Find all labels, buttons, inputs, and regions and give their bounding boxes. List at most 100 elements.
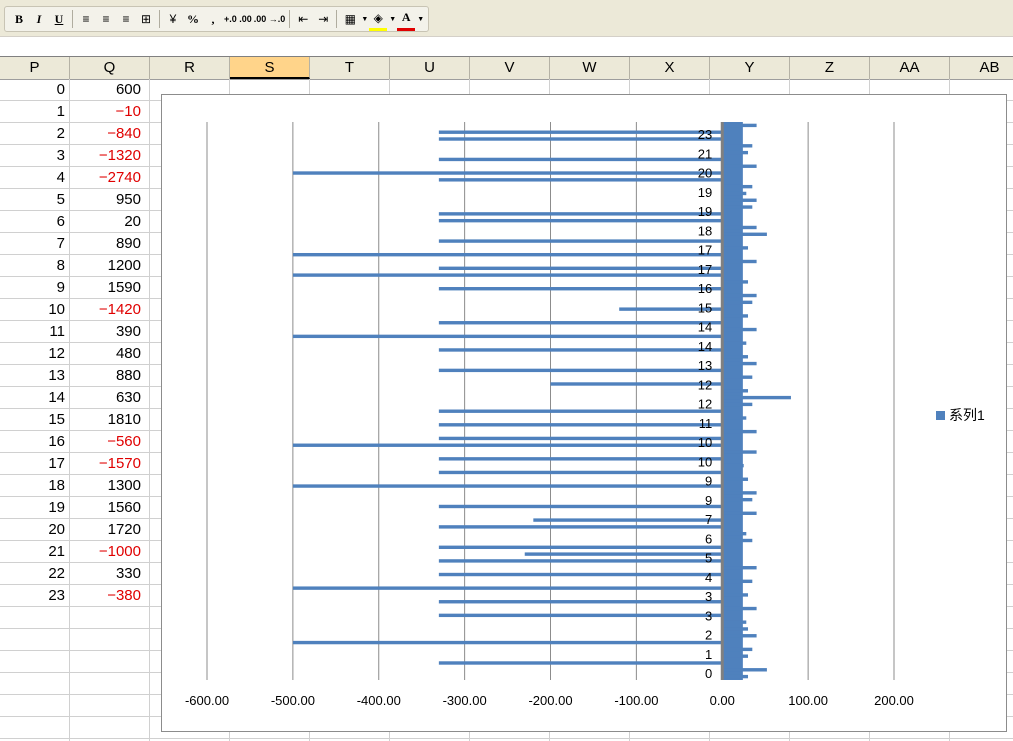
column-header-p[interactable]: P — [0, 57, 70, 79]
cell-q[interactable]: 890 — [70, 233, 150, 255]
dropdown-arrow-icon[interactable]: ▼ — [389, 16, 396, 23]
column-header-y[interactable]: Y — [710, 57, 790, 79]
y-category-label: 1 — [705, 647, 712, 662]
cell-q[interactable]: 1560 — [70, 497, 150, 519]
column-header-w[interactable]: W — [550, 57, 630, 79]
cell-p[interactable]: 9 — [0, 277, 70, 299]
column-header-r[interactable]: R — [150, 57, 230, 79]
cell-p[interactable]: 8 — [0, 255, 70, 277]
toolbar-strip: B I U ≡ ≡ ≡ ⊞ ¥%, +.0 .00.00 →.0 ⇤ ⇥ ▦ ▼ ◈ ▼ A ▼ — [4, 6, 430, 32]
cell-q[interactable]: 330 — [70, 563, 150, 585]
decrease-decimal-button[interactable]: .00 →.0 — [254, 9, 286, 29]
cell-q[interactable]: 1300 — [70, 475, 150, 497]
bar — [438, 157, 723, 162]
column-header-x[interactable]: X — [630, 57, 710, 79]
cell-p[interactable]: 20 — [0, 519, 70, 541]
cell-p[interactable]: 16 — [0, 431, 70, 453]
cell-q[interactable]: 880 — [70, 365, 150, 387]
column-header-q[interactable]: Q — [70, 57, 150, 79]
bar-chart[interactable]: -600.00 -500.00 -400.00 -300.00 -200.00 -100.… — [161, 94, 1007, 732]
cell-q[interactable]: 1590 — [70, 277, 150, 299]
cell-q[interactable]: −380 — [70, 585, 150, 607]
column-header-v[interactable]: V — [470, 57, 550, 79]
cell-q[interactable]: 950 — [70, 189, 150, 211]
cell-q[interactable]: 1720 — [70, 519, 150, 541]
cell-q[interactable]: −1570 — [70, 453, 150, 475]
x-tick-label: -600.00 — [185, 693, 229, 708]
cell-p[interactable]: 19 — [0, 497, 70, 519]
cell-q[interactable]: −1420 — [70, 299, 150, 321]
align-left-icon[interactable]: ≡ — [77, 9, 95, 29]
italic-button[interactable]: I — [30, 9, 48, 29]
bar — [722, 184, 753, 189]
cell-q[interactable]: −840 — [70, 123, 150, 145]
toolbar-separator — [289, 10, 291, 28]
comma-style-button[interactable]: , — [204, 9, 222, 29]
underline-button[interactable]: U — [50, 9, 68, 29]
column-header-ab[interactable]: AB — [950, 57, 1013, 79]
cell-q[interactable]: −10 — [70, 101, 150, 123]
column-header-s[interactable]: S — [230, 57, 310, 79]
fill-color-icon[interactable]: ◈ — [369, 8, 388, 31]
cell-p[interactable]: 14 — [0, 387, 70, 409]
cell-p[interactable]: 4 — [0, 167, 70, 189]
cell-q[interactable]: −560 — [70, 431, 150, 453]
cell-p[interactable]: 13 — [0, 365, 70, 387]
cell-p[interactable]: 1 — [0, 101, 70, 123]
cell-p[interactable]: 0 — [0, 79, 70, 101]
dropdown-arrow-icon[interactable]: ▼ — [417, 16, 424, 23]
cell-p[interactable]: 6 — [0, 211, 70, 233]
bar — [722, 259, 757, 264]
cell-q[interactable]: 630 — [70, 387, 150, 409]
cell-q[interactable]: 600 — [70, 79, 150, 101]
cell-p[interactable]: 7 — [0, 233, 70, 255]
bar — [722, 429, 757, 434]
decrease-indent-icon[interactable]: ⇤ — [294, 9, 312, 29]
x-tick-label: 0.00 — [710, 693, 735, 708]
cell-q[interactable]: 20 — [70, 211, 150, 233]
cell-q[interactable]: 480 — [70, 343, 150, 365]
currency-icon[interactable]: ¥ — [164, 9, 182, 29]
cell-p[interactable]: 10 — [0, 299, 70, 321]
cell-p[interactable]: 21 — [0, 541, 70, 563]
bar — [722, 314, 749, 318]
cell-p[interactable]: 18 — [0, 475, 70, 497]
cell-q[interactable]: 1810 — [70, 409, 150, 431]
cell-p[interactable]: 3 — [0, 145, 70, 167]
align-center-icon[interactable]: ≡ — [97, 9, 115, 29]
font-color-icon[interactable]: A — [397, 8, 416, 31]
cell-p[interactable]: 22 — [0, 563, 70, 585]
y-category-label: 19 — [698, 185, 712, 200]
borders-icon[interactable]: ▦ — [341, 9, 359, 29]
cell-p[interactable]: 23 — [0, 585, 70, 607]
cell-p[interactable]: 5 — [0, 189, 70, 211]
bar — [438, 409, 723, 413]
cell-q[interactable]: −1320 — [70, 145, 150, 167]
merge-center-icon[interactable]: ⊞ — [137, 9, 155, 29]
cell-p[interactable]: 12 — [0, 343, 70, 365]
cell-q[interactable]: −2740 — [70, 167, 150, 189]
cell-p[interactable]: 2 — [0, 123, 70, 145]
y-category-label: 21 — [698, 146, 712, 161]
percent-button[interactable]: % — [184, 9, 202, 29]
dropdown-arrow-icon[interactable]: ▼ — [361, 16, 368, 23]
cell-q[interactable]: 1200 — [70, 255, 150, 277]
align-right-icon[interactable]: ≡ — [117, 9, 135, 29]
table-row: 1 −10 — [0, 101, 150, 123]
increase-indent-icon[interactable]: ⇥ — [314, 9, 332, 29]
cell-q[interactable]: −1000 — [70, 541, 150, 563]
bold-button[interactable]: B — [10, 9, 28, 29]
column-header-aa[interactable]: AA — [870, 57, 950, 79]
column-header-u[interactable]: U — [390, 57, 470, 79]
y-category-label: 9 — [705, 493, 712, 508]
bar — [722, 668, 767, 672]
y-category-label: 10 — [698, 435, 712, 450]
bar — [438, 613, 723, 618]
column-header-z[interactable]: Z — [790, 57, 870, 79]
cell-q[interactable]: 390 — [70, 321, 150, 343]
cell-p[interactable]: 11 — [0, 321, 70, 343]
column-header-t[interactable]: T — [310, 57, 390, 79]
cell-p[interactable]: 15 — [0, 409, 70, 431]
increase-decimal-button[interactable]: +.0 .00 — [224, 9, 252, 29]
cell-p[interactable]: 17 — [0, 453, 70, 475]
